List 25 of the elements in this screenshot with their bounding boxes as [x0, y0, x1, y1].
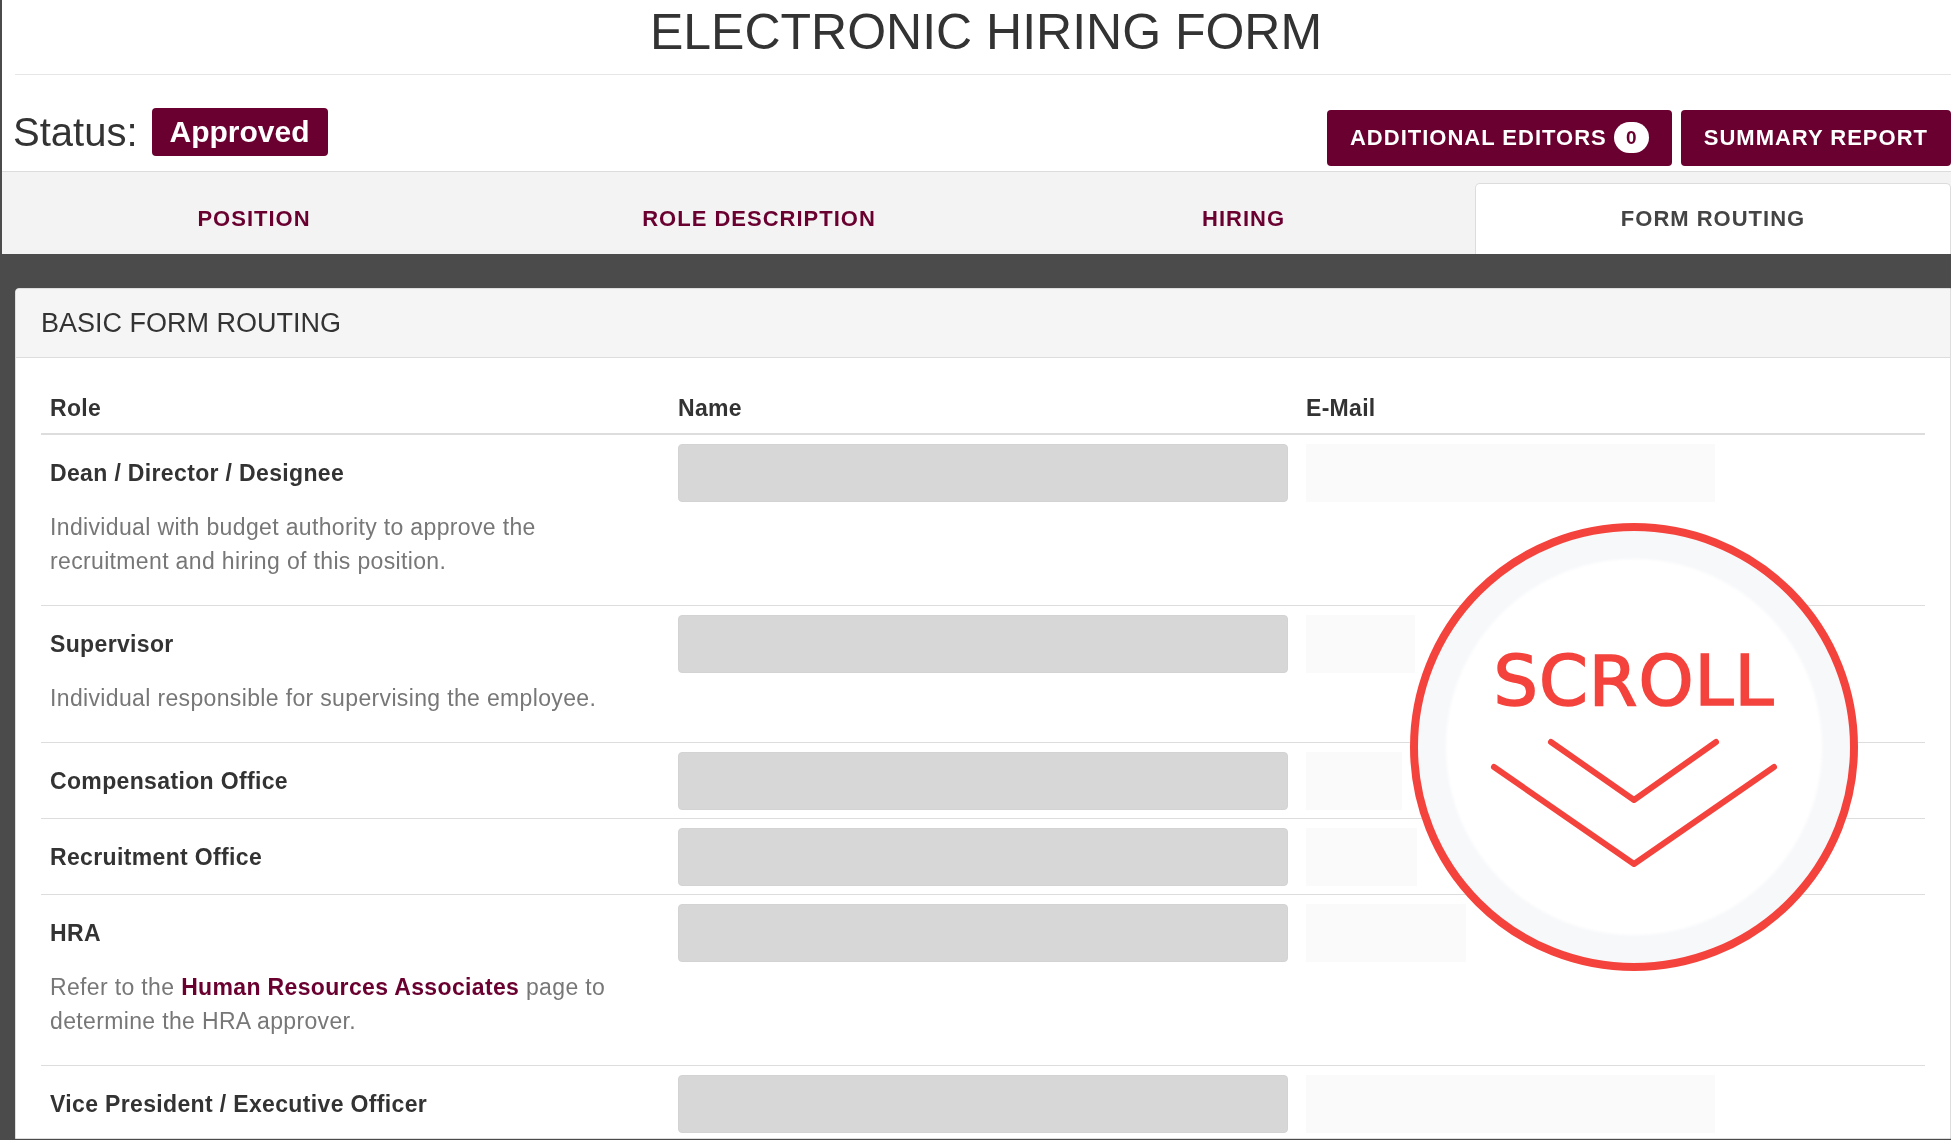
panel-header: BASIC FORM ROUTING	[16, 289, 1950, 358]
role-name: Supervisor	[50, 630, 174, 659]
page-title: ELECTRONIC HIRING FORM	[649, 4, 1323, 60]
tab[interactable]: HIRING	[1012, 183, 1475, 254]
tab[interactable]: FORM ROUTING	[1475, 183, 1951, 254]
status-label: Status:	[13, 108, 138, 155]
count-badge: 0	[1613, 122, 1649, 153]
role-name: Dean / Director / Designee	[50, 459, 345, 488]
scroll-label: SCROLL	[1493, 646, 1775, 716]
role-name: Compensation Office	[50, 767, 288, 796]
double-chevron-icon	[1490, 736, 1778, 868]
role-description: Refer to the Human Resources Associates page to determine the HRA approver.	[50, 973, 607, 1036]
status-badge: Approved	[151, 107, 328, 156]
action-button[interactable]: ADDITIONAL EDITORS 0	[1327, 109, 1672, 166]
role-description: Individual with budget authority to approve the recruitment and hiring of this position.	[50, 513, 537, 576]
tab[interactable]: ROLE DESCRIPTION	[506, 183, 1012, 254]
role-name: HRA	[50, 919, 101, 948]
role-description: Individual responsible for supervising the employee.	[50, 684, 598, 713]
column-header: Role	[50, 395, 102, 421]
column-header: Name	[678, 395, 742, 421]
tab[interactable]: POSITION	[2, 183, 506, 254]
role-name: Recruitment Office	[50, 843, 263, 872]
role-name: Vice President / Executive Officer	[50, 1090, 428, 1119]
action-button[interactable]: SUMMARY REPORT	[1680, 109, 1951, 166]
column-header: E-Mail	[1306, 395, 1376, 421]
